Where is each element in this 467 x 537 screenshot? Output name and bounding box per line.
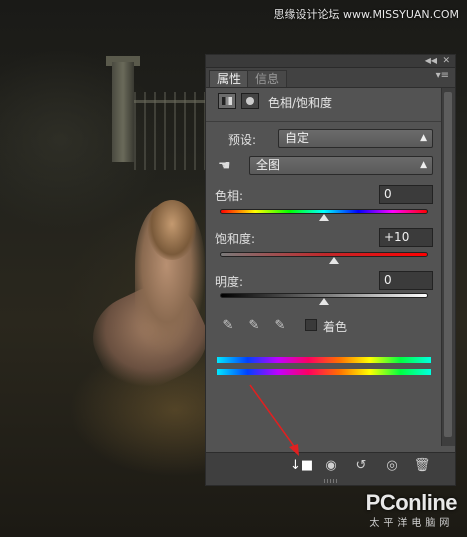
logo-subtext: 太平洋电脑网 — [369, 518, 454, 529]
annotation-arrow — [249, 384, 299, 456]
logo-text: PConline — [365, 490, 458, 515]
pconline-logo: PConline 太平洋电脑网 — [365, 490, 458, 529]
